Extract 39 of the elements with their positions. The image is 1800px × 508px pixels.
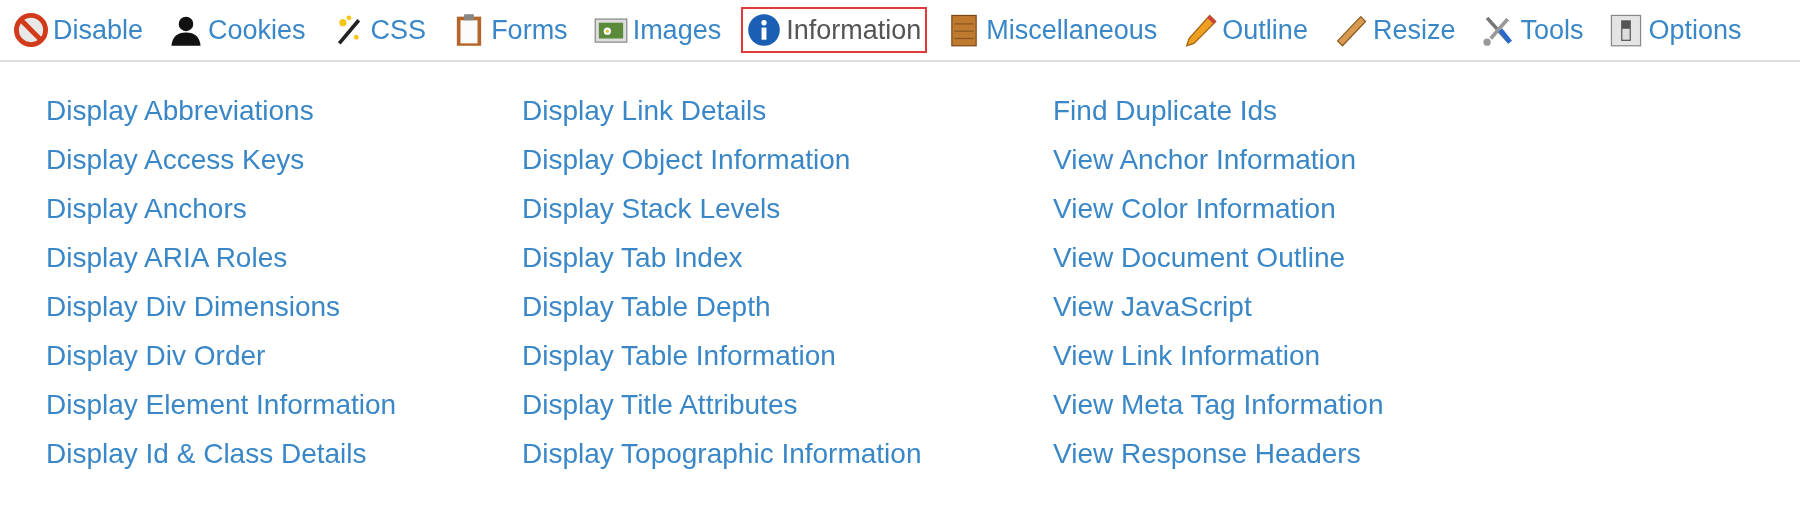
toolbar-tab[interactable]: Information	[741, 7, 928, 53]
toolbar-tab[interactable]: Cookies	[163, 7, 312, 53]
toolbar-tab[interactable]: Tools	[1475, 7, 1590, 53]
toolbar-tab[interactable]: Options	[1603, 7, 1748, 53]
toolbar-tab[interactable]: Outline	[1177, 7, 1314, 53]
menu-link[interactable]: View Meta Tag Information	[1053, 389, 1384, 421]
menu-link[interactable]: Display Access Keys	[46, 144, 305, 176]
menu-link[interactable]: View Color Information	[1053, 193, 1336, 225]
menu-link[interactable]: Display Link Details	[522, 95, 767, 127]
menu-link[interactable]: Display Table Information	[522, 340, 836, 372]
toolbar-tab[interactable]: CSS	[325, 7, 433, 53]
menu-link[interactable]: Display Div Dimensions	[46, 291, 341, 323]
menu-link[interactable]: View Link Information	[1053, 340, 1321, 372]
menu-link[interactable]: View Document Outline	[1053, 242, 1346, 274]
menu-link[interactable]: Display Tab Index	[522, 242, 743, 274]
menu-link[interactable]: Display ARIA Roles	[46, 242, 288, 274]
menu-link[interactable]: Display Title Attributes	[522, 389, 798, 421]
menu-link[interactable]: Display Stack Levels	[522, 193, 781, 225]
toolbar-tab[interactable]: Forms	[446, 7, 574, 53]
menu-link[interactable]: Display Div Order	[46, 340, 266, 372]
menu-link[interactable]: View Anchor Information	[1053, 144, 1356, 176]
toolbar-tab[interactable]: Resize	[1327, 7, 1462, 53]
disable-icon	[14, 13, 48, 47]
switch-icon	[1609, 13, 1644, 47]
toolbar-tab[interactable]: Disable	[8, 7, 150, 53]
menu-link[interactable]: Display Id & Class Details	[46, 438, 367, 470]
menu-link[interactable]: View JavaScript	[1053, 291, 1252, 323]
menu-link[interactable]: View Response Headers	[1053, 438, 1361, 470]
toolbar-tab[interactable]: Miscellaneous	[941, 7, 1164, 53]
menu-link[interactable]: Display Abbreviations	[46, 95, 314, 127]
toolbar-tab[interactable]: Images	[587, 7, 728, 53]
menu-link[interactable]: Display Object Information	[522, 144, 851, 176]
pencil-icon	[1183, 13, 1218, 47]
menu-link[interactable]: Display Table Depth	[522, 291, 771, 323]
menu-link[interactable]: Display Anchors	[46, 193, 247, 225]
menu-link[interactable]: Find Duplicate Ids	[1053, 95, 1278, 127]
info-icon	[747, 13, 782, 47]
menu-link[interactable]: Display Element Information	[46, 389, 397, 421]
menu-link[interactable]: Display Topographic Information	[522, 438, 922, 470]
